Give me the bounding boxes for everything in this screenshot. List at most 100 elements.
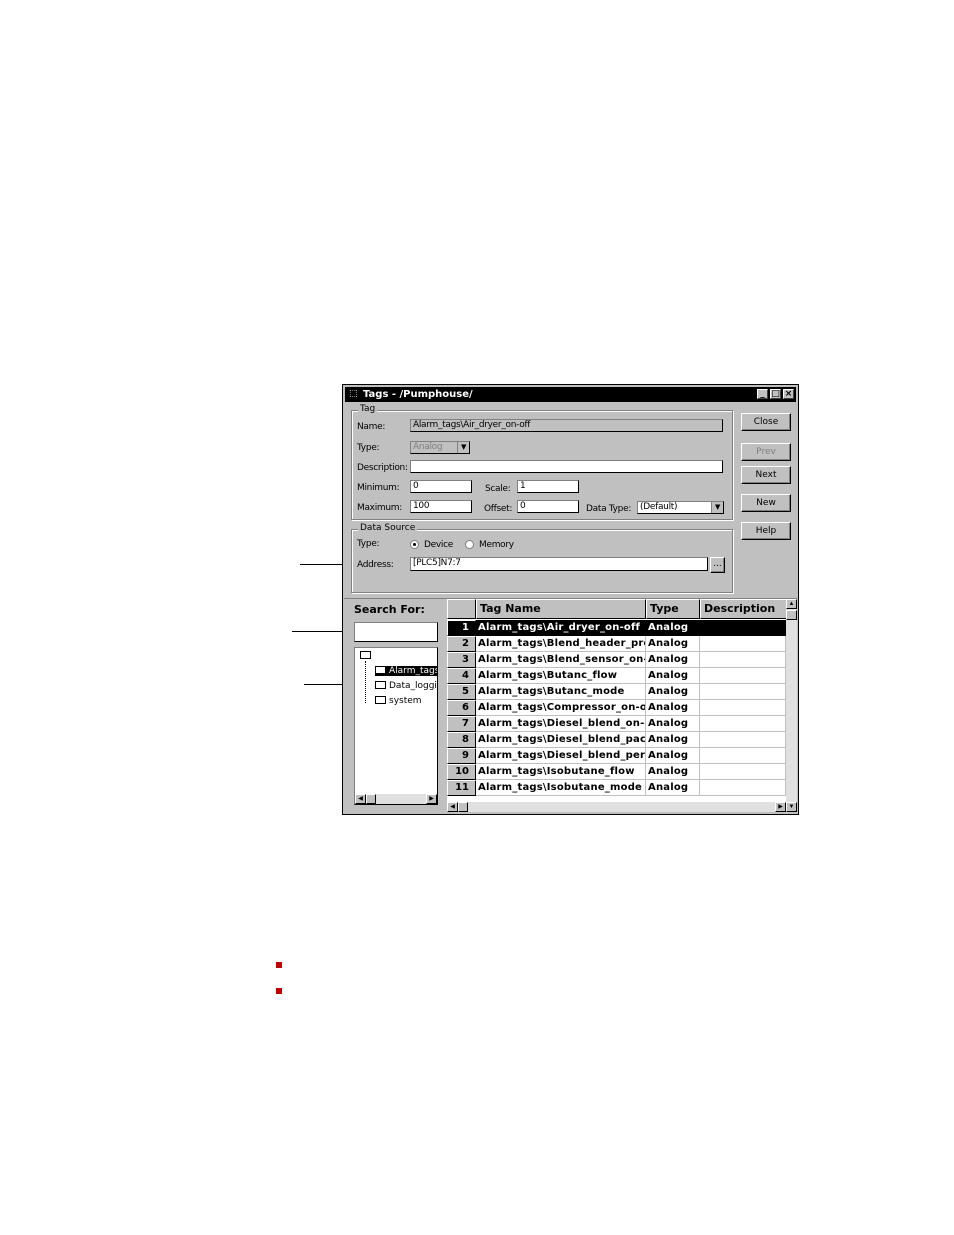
row-number[interactable]: 2 bbox=[447, 636, 476, 652]
type-dropdown[interactable]: Analog ▼ bbox=[410, 441, 470, 454]
tag-name-cell[interactable]: Alarm_tags\Blend_sensor_on-off bbox=[476, 652, 646, 668]
tree-hscrollbar[interactable]: ◀ ▶ bbox=[355, 794, 437, 804]
type-cell[interactable]: Analog bbox=[646, 620, 700, 636]
type-cell[interactable]: Analog bbox=[646, 732, 700, 748]
tree-root[interactable] bbox=[360, 651, 374, 661]
next-button[interactable]: Next bbox=[741, 466, 791, 484]
type-cell[interactable]: Analog bbox=[646, 668, 700, 684]
description-field[interactable] bbox=[410, 460, 723, 473]
help-button[interactable]: Help bbox=[741, 522, 791, 540]
scale-field[interactable]: 1 bbox=[517, 480, 579, 493]
name-field[interactable]: Alarm_tags\Air_dryer_on-off bbox=[410, 419, 723, 432]
table-row[interactable]: 8 Alarm_tags\Diesel_blend_pack Analog bbox=[447, 732, 787, 748]
scroll-right-button[interactable]: ▶ bbox=[775, 802, 786, 812]
table-row[interactable]: 2Alarm_tags\Blend_header_pressureAnalog bbox=[447, 636, 787, 652]
table-row[interactable]: 9Alarm_tags\Diesel_blend_percentAnalog bbox=[447, 748, 787, 764]
row-number[interactable]: 1 bbox=[447, 620, 476, 636]
memory-radio-label[interactable]: Memory bbox=[479, 540, 514, 550]
table-row[interactable]: 7 Alarm_tags\Diesel_blend_on-off Analog bbox=[447, 716, 787, 732]
description-cell[interactable] bbox=[700, 732, 786, 748]
minimize-button[interactable]: _ bbox=[757, 389, 768, 399]
new-button[interactable]: New bbox=[741, 494, 791, 512]
description-cell[interactable] bbox=[700, 748, 786, 764]
table-row[interactable]: 5 Alarm_tags\Butanc_mode Analog bbox=[447, 684, 787, 700]
row-number[interactable]: 7 bbox=[447, 716, 476, 732]
close-window-button[interactable]: × bbox=[783, 389, 794, 399]
type-cell[interactable]: Analog bbox=[646, 780, 700, 796]
type-cell[interactable]: Analog bbox=[646, 716, 700, 732]
scroll-left-button[interactable]: ◀ bbox=[355, 794, 366, 804]
scroll-thumb[interactable] bbox=[786, 610, 797, 620]
table-row[interactable]: 11 Alarm_tags\Isobutane_mode Analog bbox=[447, 780, 787, 796]
close-button[interactable]: Close bbox=[741, 413, 791, 431]
offset-field[interactable]: 0 bbox=[517, 500, 579, 513]
tag-name-cell[interactable]: Alarm_tags\Blend_header_pressure bbox=[476, 636, 646, 652]
tag-name-cell[interactable]: Alarm_tags\Isobutane_mode bbox=[476, 780, 646, 796]
tree-item-system[interactable]: system bbox=[375, 696, 422, 706]
row-number[interactable]: 3 bbox=[447, 652, 476, 668]
type-cell[interactable]: Analog bbox=[646, 764, 700, 780]
tag-name-cell[interactable]: Alarm_tags\Compressor_on-off bbox=[476, 700, 646, 716]
prev-button[interactable]: Prev bbox=[741, 443, 791, 461]
device-radio-label[interactable]: Device bbox=[424, 540, 453, 550]
tag-grid[interactable]: Tag Name Type Description 1 Alarm_tags\Ai… bbox=[447, 599, 797, 812]
column-header-tag-name[interactable]: Tag Name bbox=[476, 599, 646, 619]
row-number[interactable]: 4 bbox=[447, 668, 476, 684]
table-row[interactable]: 10 Alarm_tags\Isobutane_flow Analog bbox=[447, 764, 787, 780]
row-number[interactable]: 8 bbox=[447, 732, 476, 748]
search-input[interactable] bbox=[354, 622, 438, 642]
memory-radio[interactable] bbox=[465, 540, 474, 549]
scroll-thumb[interactable] bbox=[366, 794, 376, 804]
scroll-left-button[interactable]: ◀ bbox=[447, 802, 458, 812]
row-number[interactable]: 11 bbox=[447, 780, 476, 796]
description-cell[interactable] bbox=[700, 684, 786, 700]
folder-tree[interactable]: Alarm_tags Data_logging system ◀ ▶ bbox=[354, 647, 438, 805]
chevron-down-icon[interactable]: ▼ bbox=[711, 502, 723, 513]
scroll-up-button[interactable]: ▲ bbox=[786, 599, 797, 609]
device-radio[interactable] bbox=[410, 540, 419, 549]
table-row[interactable]: 4 Alarm_tags\Butanc_flow Analog bbox=[447, 668, 787, 684]
scroll-thumb[interactable] bbox=[458, 802, 468, 812]
description-cell[interactable] bbox=[700, 700, 786, 716]
scroll-right-button[interactable]: ▶ bbox=[426, 794, 437, 804]
description-cell[interactable] bbox=[700, 716, 786, 732]
grid-vscrollbar[interactable]: ▲ ▼ bbox=[786, 599, 797, 812]
scroll-down-button[interactable]: ▼ bbox=[786, 802, 797, 812]
maximum-field[interactable]: 100 bbox=[410, 500, 472, 513]
window-icon[interactable]: ⬚ bbox=[349, 387, 358, 402]
chevron-down-icon[interactable]: ▼ bbox=[457, 442, 469, 453]
tag-name-cell[interactable]: Alarm_tags\Air_dryer_on-off bbox=[476, 620, 646, 636]
description-cell[interactable] bbox=[700, 764, 786, 780]
description-cell[interactable] bbox=[700, 636, 786, 652]
data-type-dropdown[interactable]: (Default) ▼ bbox=[637, 501, 724, 514]
tag-name-cell[interactable]: Alarm_tags\Butanc_flow bbox=[476, 668, 646, 684]
tree-item-alarm-tags[interactable]: Alarm_tags bbox=[375, 666, 437, 676]
type-cell[interactable]: Analog bbox=[646, 748, 700, 764]
address-field[interactable]: [PLC5]N7:7 bbox=[410, 557, 708, 571]
type-cell[interactable]: Analog bbox=[646, 652, 700, 668]
table-row[interactable]: 6 Alarm_tags\Compressor_on-off Analog bbox=[447, 700, 787, 716]
type-cell[interactable]: Analog bbox=[646, 684, 700, 700]
minimum-field[interactable]: 0 bbox=[410, 480, 472, 493]
row-number[interactable]: 9 bbox=[447, 748, 476, 764]
row-number[interactable]: 6 bbox=[447, 700, 476, 716]
type-cell[interactable]: Analog bbox=[646, 636, 700, 652]
description-cell[interactable] bbox=[700, 652, 786, 668]
row-number[interactable]: 10 bbox=[447, 764, 476, 780]
grid-hscrollbar[interactable]: ◀ ▶ bbox=[447, 802, 786, 812]
tag-name-cell[interactable]: Alarm_tags\Diesel_blend_pack bbox=[476, 732, 646, 748]
maximize-button[interactable]: □ bbox=[770, 389, 781, 399]
column-header-description[interactable]: Description bbox=[700, 599, 790, 619]
tree-item-data-logging[interactable]: Data_logging bbox=[375, 681, 437, 691]
column-header-type[interactable]: Type bbox=[646, 599, 700, 619]
description-cell[interactable] bbox=[700, 620, 786, 636]
tag-name-cell[interactable]: Alarm_tags\Butanc_mode bbox=[476, 684, 646, 700]
tag-name-cell[interactable]: Alarm_tags\Diesel_blend_percent bbox=[476, 748, 646, 764]
description-cell[interactable] bbox=[700, 780, 786, 796]
type-cell[interactable]: Analog bbox=[646, 700, 700, 716]
table-row[interactable]: 1 Alarm_tags\Air_dryer_on-off Analog bbox=[447, 620, 787, 636]
browse-button[interactable]: ... bbox=[710, 557, 725, 573]
title-bar[interactable]: ⬚ Tags - /Pumphouse/ _ □ × bbox=[345, 387, 796, 402]
table-row[interactable]: 3 Alarm_tags\Blend_sensor_on-off Analog bbox=[447, 652, 787, 668]
description-cell[interactable] bbox=[700, 668, 786, 684]
